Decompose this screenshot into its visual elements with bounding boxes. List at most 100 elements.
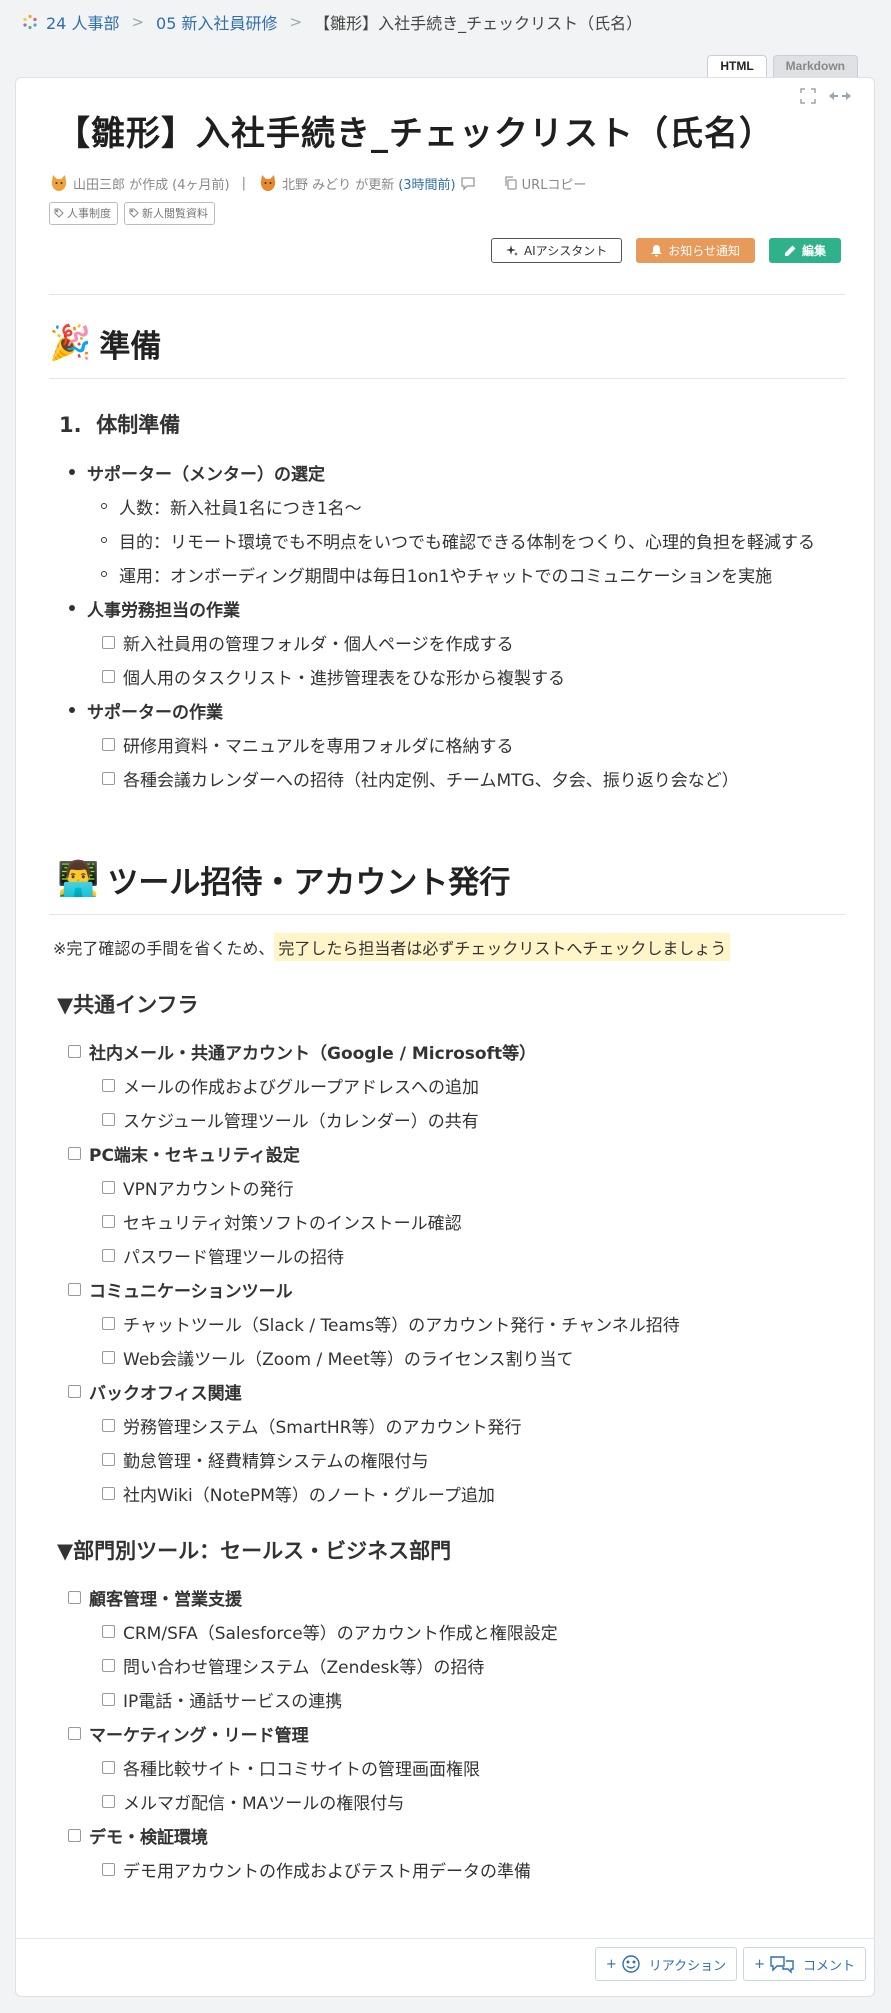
checkbox[interactable] [68,1282,81,1296]
reaction-button[interactable]: + リアクション [594,1947,738,1981]
checklist-item: 研修用資料・マニュアルを専用フォルダに格納する [49,727,845,761]
url-copy-link[interactable]: URLコピー [522,174,587,193]
checklist-item: メールの作成およびグループアドレスへの追加 [49,1068,845,1102]
app-logo-icon [23,14,37,30]
checkbox[interactable] [102,1624,115,1638]
checkbox[interactable] [102,1214,115,1228]
updater-text: 北野 みどり が更新 [281,177,395,193]
breadcrumb-separator: > [289,13,303,31]
checkbox[interactable] [102,1794,115,1808]
checkbox[interactable] [68,1828,81,1842]
checklist-item: Web会議ツール（Zoom / Meet等）のライセンス割り当て [49,1340,845,1374]
checklist-item: 社内メール・共通アカウント（Google / Microsoft等） [49,1034,845,1068]
note-highlight: 完了したら担当者は必ずチェックリストへチェックしましょう [274,933,731,961]
plus-icon: + [754,1956,765,1972]
checkbox[interactable] [68,1384,81,1398]
checkbox[interactable] [102,1760,115,1774]
checklist-item: デモ用アカウントの作成およびテスト用データの準備 [49,1852,845,1886]
tab-html[interactable]: HTML [707,55,767,77]
breadcrumb-current: 【雛形】入社手続き_チェックリスト（氏名） [314,14,643,33]
checkbox[interactable] [102,771,115,785]
checkbox[interactable] [102,1316,115,1330]
footer-divider [16,1938,874,1939]
section-title: ツール招待・アカウント発行 [107,864,511,901]
checkbox[interactable] [102,1452,115,1466]
checklist-item: VPNアカウントの発行 [49,1170,845,1204]
tag-item[interactable]: 新人閲覧資料 [124,202,215,225]
note-content: 🎉 準備 1. 体制準備 サポーター（メンター）の選定 人数：新入社員1名につき… [49,294,845,1886]
note-prefix: ※完了確認の手間を省くため、 [53,939,275,958]
list-item: 目的：リモート環境でも不明点をいつでも確認できる体制をつくり、心理的負担を軽減す… [49,523,845,557]
view-tabs: HTML Markdown [707,55,858,77]
comment-button[interactable]: + コメント [743,1947,866,1981]
checklist-item: 問い合わせ管理システム（Zendesk等）の招待 [49,1648,845,1682]
checkbox[interactable] [68,1726,81,1740]
checkbox[interactable] [102,737,115,751]
notify-button[interactable]: お知らせ通知 [636,238,755,263]
checklist-item: バックオフィス関連 [49,1374,845,1408]
note-card: 【雛形】入社手続き_チェックリスト（氏名） 山田三郎 が作成 (4ヶ月前) | … [15,77,875,1997]
updater-avatar [260,175,276,191]
checkbox[interactable] [102,1078,115,1092]
author-text: 山田三郎 が作成 [73,177,169,193]
checklist-item: マーケティング・リード管理 [49,1716,845,1750]
breadcrumb-folder-training[interactable]: 05 新入社員研修 [156,10,277,34]
tag-item[interactable]: 人事制度 [49,202,118,225]
checkbox[interactable] [102,1248,115,1262]
breadcrumb-separator: > [131,13,145,31]
tag-label: 人事制度 [67,207,111,220]
checklist-item: 個人用のタスクリスト・進捗管理表をひな形から複製する [49,659,845,693]
checklist-item: メルマガ配信・MAツールの権限付与 [49,1784,845,1818]
breadcrumb: 24 人事部 > 05 新入社員研修 > 【雛形】入社手続き_チェックリスト（氏… [22,8,642,36]
checklist-item: 各種比較サイト・口コミサイトの管理画面権限 [49,1750,845,1784]
checklist-item: 顧客管理・営業支援 [49,1580,845,1614]
width-toggle-icon[interactable] [828,88,852,104]
ai-assistant-label: AIアシスタント [523,244,608,258]
checkbox[interactable] [102,1350,115,1364]
checkbox[interactable] [68,1044,81,1058]
checklist-item: デモ・検証環境 [49,1818,845,1852]
smiley-icon [622,1955,640,1973]
checkbox[interactable] [102,1180,115,1194]
common-checklist: 社内メール・共通アカウント（Google / Microsoft等） メールの作… [49,1034,845,1510]
checklist-item: 各種会議カレンダーへの招待（社内定例、チームMTG、夕会、振り返り会など） [49,761,845,795]
updated-time-link[interactable]: (3時間前) [398,174,455,193]
author-avatar [51,175,67,191]
checkbox[interactable] [102,1486,115,1500]
reaction-label: リアクション [648,1958,727,1974]
fullscreen-icon[interactable] [800,88,816,104]
chat-bubbles-icon [770,1956,794,1974]
checklist-item: 労務管理システム（SmartHR等）のアカウント発行 [49,1408,845,1442]
divider [49,294,845,295]
checkbox[interactable] [102,1658,115,1672]
checklist-item: スケジュール管理ツール（カレンダー）の共有 [49,1102,845,1136]
footer-actions: + リアクション + コメント [594,1947,866,1981]
checkbox[interactable] [102,669,115,683]
list-item: 運用：オンボーディング期間中は毎日1on1やチャットでのコミュニケーションを実施 [49,557,845,591]
tab-markdown[interactable]: Markdown [772,55,858,77]
checkbox[interactable] [102,1418,115,1432]
list-item: サポーターの作業 [49,693,845,727]
comment-bubble-icon[interactable] [460,176,476,191]
tag-icon [129,208,139,218]
copy-icon[interactable] [504,176,518,190]
checkbox[interactable] [102,635,115,649]
checklist-item: パスワード管理ツールの招待 [49,1238,845,1272]
checkbox[interactable] [68,1590,81,1604]
tag-icon [54,208,64,218]
breadcrumb-folder-hr[interactable]: 24 人事部 [46,10,119,34]
edit-label: 編集 [801,244,826,258]
checkbox[interactable] [102,1862,115,1876]
page-title: 【雛形】入社手続き_チェックリスト（氏名） [56,114,774,154]
edit-button[interactable]: 編集 [768,238,841,263]
pencil-icon [784,245,796,256]
checkbox[interactable] [102,1692,115,1706]
checkbox[interactable] [68,1146,81,1160]
divider [49,914,845,915]
tag-label: 新人閲覧資料 [142,207,208,220]
divider [49,378,845,379]
preparation-list: サポーター（メンター）の選定 人数：新入社員1名につき1名〜 目的：リモート環境… [49,455,845,795]
ai-assistant-button[interactable]: AIアシスタント [490,238,623,263]
action-buttons: AIアシスタント お知らせ通知 編集 [490,238,841,263]
checkbox[interactable] [102,1112,115,1126]
